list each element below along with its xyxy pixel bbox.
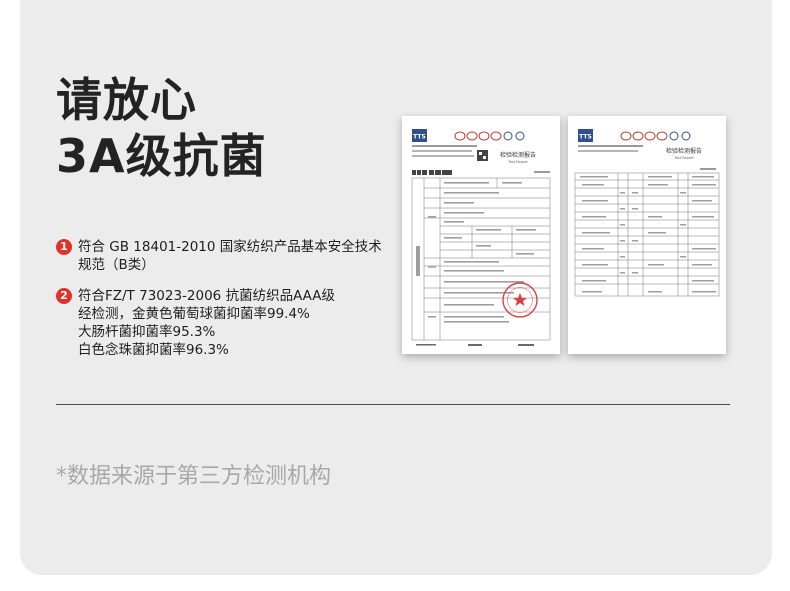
- claim-number-badge: 2: [56, 288, 72, 304]
- claim-line: 大肠杆菌抑菌率95.3%: [78, 324, 216, 340]
- report-subtitle: Test Report: [507, 160, 528, 164]
- report-subtitle: Test Report: [673, 156, 694, 160]
- claim-line: 符合FZ/T 73023-2006 抗菌纺织品AAA级: [78, 288, 336, 304]
- data-source-footnote: *数据来源于第三方检测机构: [56, 464, 332, 489]
- claim-line: 白色念珠菌抑菌率96.3%: [78, 342, 229, 358]
- claims-list: 1 符合 GB 18401-2010 国家纺织产品基本安全技术 规范（B类） 2…: [56, 238, 401, 372]
- claim-text: 符合FZ/T 73023-2006 抗菌纺织品AAA级 经检测，金黄色葡萄球菌抑…: [78, 287, 335, 359]
- headline: 请放心 3A级抗菌: [56, 72, 267, 184]
- claim-item: 1 符合 GB 18401-2010 国家纺织产品基本安全技术 规范（B类）: [56, 238, 401, 274]
- claim-text: 符合 GB 18401-2010 国家纺织产品基本安全技术 规范（B类）: [78, 238, 382, 274]
- headline-line-1: 请放心: [56, 73, 197, 127]
- claim-number-badge: 1: [56, 239, 72, 255]
- test-report-page-1: TTS 检验检测报告 Test Report: [402, 116, 560, 354]
- test-report-page-2: TTS 检验检测报告 Test Report: [568, 116, 726, 354]
- section-divider: [56, 404, 730, 405]
- accreditation-marks-icon: [620, 131, 691, 141]
- report-logo-text: TTS: [579, 134, 592, 141]
- report-logo: TTS: [412, 129, 427, 142]
- headline-line-2: 3A级抗菌: [56, 129, 267, 183]
- report-title: 检验检测报告: [500, 151, 536, 159]
- report-logo: TTS: [578, 129, 593, 142]
- barcode-icon: [412, 170, 452, 175]
- qr-code-icon: [477, 150, 488, 161]
- claim-line: 符合 GB 18401-2010 国家纺织产品基本安全技术: [78, 239, 382, 255]
- claim-item: 2 符合FZ/T 73023-2006 抗菌纺织品AAA级 经检测，金黄色葡萄球…: [56, 287, 401, 359]
- report-logo-text: TTS: [413, 134, 426, 141]
- accreditation-marks-icon: [454, 131, 525, 141]
- report-title: 检验检测报告: [666, 147, 702, 155]
- claim-line: 规范（B类）: [78, 257, 155, 273]
- claim-line: 经检测，金黄色葡萄球菌抑菌率99.4%: [78, 306, 310, 322]
